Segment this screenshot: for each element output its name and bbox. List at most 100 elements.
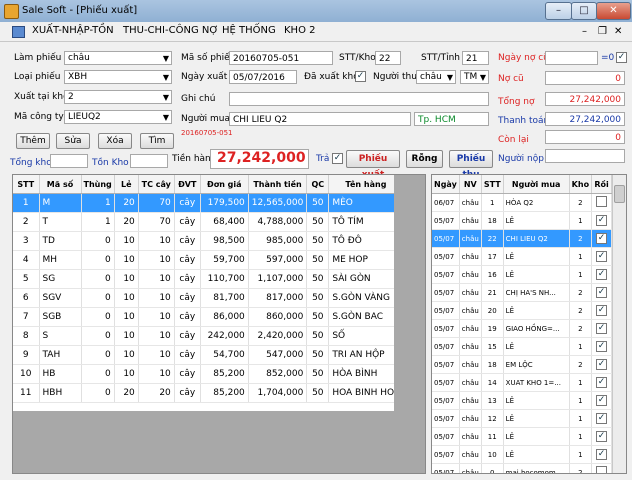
- column-header[interactable]: Đơn giá: [200, 175, 249, 194]
- table-row[interactable]: 3 TD 0 10 10 cây 98,500 985,000 50 TÔ ĐÔ: [13, 231, 404, 251]
- list-item[interactable]: 05/07 châu 20 LÊ 2 ✓: [432, 301, 613, 320]
- tong-no-field[interactable]: 27,242,000: [545, 92, 625, 106]
- list-item[interactable]: 06/07 châu 1 HÒA Q2 2: [432, 193, 613, 212]
- loai-phieu-select[interactable]: XBH ▼: [64, 70, 172, 84]
- xoa-button[interactable]: Xóa: [98, 133, 132, 149]
- column-header[interactable]: Thành tiền: [248, 175, 308, 194]
- done-checkbox[interactable]: ✓: [596, 431, 608, 442]
- list-item[interactable]: 05/07 châu 21 CHỊ HA'S NH... 2 ✓: [432, 283, 613, 302]
- sua-button[interactable]: Sửa: [56, 133, 90, 149]
- column-header[interactable]: Mã số: [39, 175, 82, 194]
- da-xuat-kho-checkbox[interactable]: ✓: [355, 71, 366, 82]
- nguoi-nop-field[interactable]: [545, 149, 625, 163]
- column-header[interactable]: STT: [13, 175, 40, 194]
- list-item[interactable]: 05/07 châu 10 LÊ 1 ✓: [432, 445, 613, 464]
- lam-phieu-select[interactable]: châu ▼: [64, 51, 172, 65]
- list-item[interactable]: 05/07 châu 14 XUAT KHO 1=... 1 ✓: [432, 373, 613, 392]
- done-checkbox[interactable]: ✓: [596, 395, 608, 406]
- done-checkbox[interactable]: ✓: [596, 305, 608, 316]
- table-row[interactable]: 1 M 1 20 70 cây 179,500 12,565,000 50 MÈO: [13, 193, 404, 213]
- menu-he-thong[interactable]: HỆ THỐNG: [222, 25, 276, 36]
- table-row[interactable]: 7 SGB 0 10 10 cây 86,000 860,000 50 S.GÒN BAC: [13, 307, 404, 327]
- table-row[interactable]: 11 HBH 0 20 20 cây 85,200 1,704,000 50 HOA BINH H…: [13, 383, 404, 403]
- tra-checkbox[interactable]: ✓: [332, 153, 343, 164]
- column-header[interactable]: Tên hàng: [328, 175, 404, 194]
- them-button[interactable]: Thêm: [16, 133, 50, 149]
- nguoi-thu-select[interactable]: châu ▼: [416, 70, 456, 84]
- nguoi-thu-type-select[interactable]: TM ▼: [460, 70, 489, 84]
- mdi-close-button[interactable]: ✕: [614, 26, 622, 37]
- list-item[interactable]: 05/07 châu 0 mai hocomom 2: [432, 463, 613, 473]
- close-button[interactable]: ✕: [596, 2, 631, 20]
- list-item[interactable]: 05/07 châu 18 EM LỘC 2 ✓: [432, 355, 613, 374]
- done-checkbox[interactable]: ✓: [596, 341, 608, 352]
- list-item[interactable]: 05/07 châu 17 LÊ 1 ✓: [432, 247, 613, 266]
- ton-kho-field[interactable]: [130, 154, 168, 168]
- done-checkbox[interactable]: ✓: [596, 251, 608, 262]
- done-checkbox[interactable]: ✓: [596, 233, 608, 244]
- done-checkbox[interactable]: ✓: [596, 269, 608, 280]
- menu-xuat-nhap-ton[interactable]: XUẤT-NHẬP-TỒN: [32, 25, 114, 36]
- done-checkbox[interactable]: [596, 196, 608, 207]
- tong-kho-field[interactable]: [50, 154, 88, 168]
- city-field[interactable]: Tp. HCM: [414, 112, 489, 126]
- column-header[interactable]: Người mua: [503, 175, 570, 194]
- table-row[interactable]: 5 SG 0 10 10 cây 110,700 1,107,000 50 SÀI GÒN: [13, 269, 404, 289]
- ngay-no-cu-field[interactable]: [545, 51, 598, 65]
- column-header[interactable]: QC: [306, 175, 330, 194]
- ghi-chu-field[interactable]: [229, 92, 489, 106]
- list-item[interactable]: 05/07 châu 13 LÊ 1 ✓: [432, 391, 613, 410]
- nguoi-mua-field[interactable]: CHI LIEU Q2: [229, 112, 411, 126]
- table-row[interactable]: 8 S 0 10 10 cây 242,000 2,420,000 50 SỐ: [13, 326, 404, 346]
- mdi-restore-button[interactable]: ❐: [598, 26, 607, 37]
- ma-so-phieu-field[interactable]: 20160705-051: [229, 51, 333, 65]
- no-cu-field[interactable]: 0: [545, 71, 625, 85]
- ngay-xuat-field[interactable]: 05/07/2016: [229, 70, 297, 84]
- done-checkbox[interactable]: [596, 466, 608, 473]
- list-item[interactable]: 05/07 châu 15 LÊ 1 ✓: [432, 337, 613, 356]
- column-header[interactable]: Thùng: [81, 175, 115, 194]
- list-item[interactable]: 05/07 châu 18 LÊ 1 ✓: [432, 211, 613, 230]
- done-checkbox[interactable]: ✓: [596, 287, 608, 298]
- list-item[interactable]: 05/07 châu 16 LÊ 1 ✓: [432, 265, 613, 284]
- stt-tinh-field[interactable]: 21: [462, 51, 489, 65]
- stt-kho-field[interactable]: 22: [375, 51, 401, 65]
- done-checkbox[interactable]: ✓: [596, 323, 608, 334]
- table-row[interactable]: 2 T 1 20 70 cây 68,400 4,788,000 50 TÔ TÍM: [13, 212, 404, 232]
- xuat-tai-kho-select[interactable]: 2 ▼: [64, 90, 172, 104]
- list-item[interactable]: 05/07 châu 12 LÊ 1 ✓: [432, 409, 613, 428]
- con-lai-field[interactable]: 0: [545, 130, 625, 144]
- mdi-minimize-button[interactable]: –: [582, 26, 587, 37]
- list-item[interactable]: 05/07 châu 22 CHI LIEU Q2 2 ✓: [432, 229, 613, 248]
- column-header[interactable]: Kho: [569, 175, 593, 194]
- column-header[interactable]: ĐVT: [174, 175, 201, 194]
- minimize-button[interactable]: –: [545, 2, 572, 20]
- done-checkbox[interactable]: ✓: [596, 449, 608, 460]
- menu-kho-2[interactable]: KHO 2: [284, 25, 316, 36]
- history-scrollbar[interactable]: [612, 175, 626, 473]
- table-row[interactable]: 6 SGV 0 10 10 cây 81,700 817,000 50 S.GÒN VÀNG: [13, 288, 404, 308]
- phieu-thu-button[interactable]: Phiếu thu: [449, 150, 493, 180]
- done-checkbox[interactable]: ✓: [596, 413, 608, 424]
- column-header[interactable]: Ngày: [432, 175, 460, 194]
- column-header[interactable]: TC cây: [138, 175, 175, 194]
- rong-button[interactable]: Rỗng: [406, 150, 443, 168]
- table-row[interactable]: 9 TAH 0 10 10 cây 54,700 547,000 50 TRI AN HỘP: [13, 345, 404, 365]
- done-checkbox[interactable]: ✓: [596, 359, 608, 370]
- done-checkbox[interactable]: ✓: [596, 377, 608, 388]
- table-row[interactable]: 4 MH 0 10 10 cây 59,700 597,000 50 ME HOP: [13, 250, 404, 270]
- ma-cong-ty-select[interactable]: LIEUQ2 ▼: [64, 110, 172, 124]
- menu-thu-chi-cong-no[interactable]: THU-CHI-CÔNG NỢ: [123, 25, 219, 36]
- column-header[interactable]: STT: [481, 175, 504, 194]
- list-item[interactable]: 05/07 châu 19 GIAO HỒNG=... 2 ✓: [432, 319, 613, 338]
- ngay-no-cu-checkbox[interactable]: ✓: [616, 52, 627, 63]
- column-header[interactable]: Lẻ: [114, 175, 139, 194]
- column-header[interactable]: NV: [459, 175, 482, 194]
- column-header[interactable]: Rồi: [591, 175, 613, 194]
- scrollbar-thumb[interactable]: [614, 185, 625, 203]
- table-row[interactable]: 10 HB 0 10 10 cây 85,200 852,000 50 HÒA BÌNH: [13, 364, 404, 384]
- phieu-xuat-button[interactable]: Phiếu xuất: [346, 150, 400, 180]
- maximize-button[interactable]: □: [571, 2, 597, 20]
- list-item[interactable]: 05/07 châu 11 LÊ 1 ✓: [432, 427, 613, 446]
- tim-button[interactable]: Tìm: [140, 133, 174, 149]
